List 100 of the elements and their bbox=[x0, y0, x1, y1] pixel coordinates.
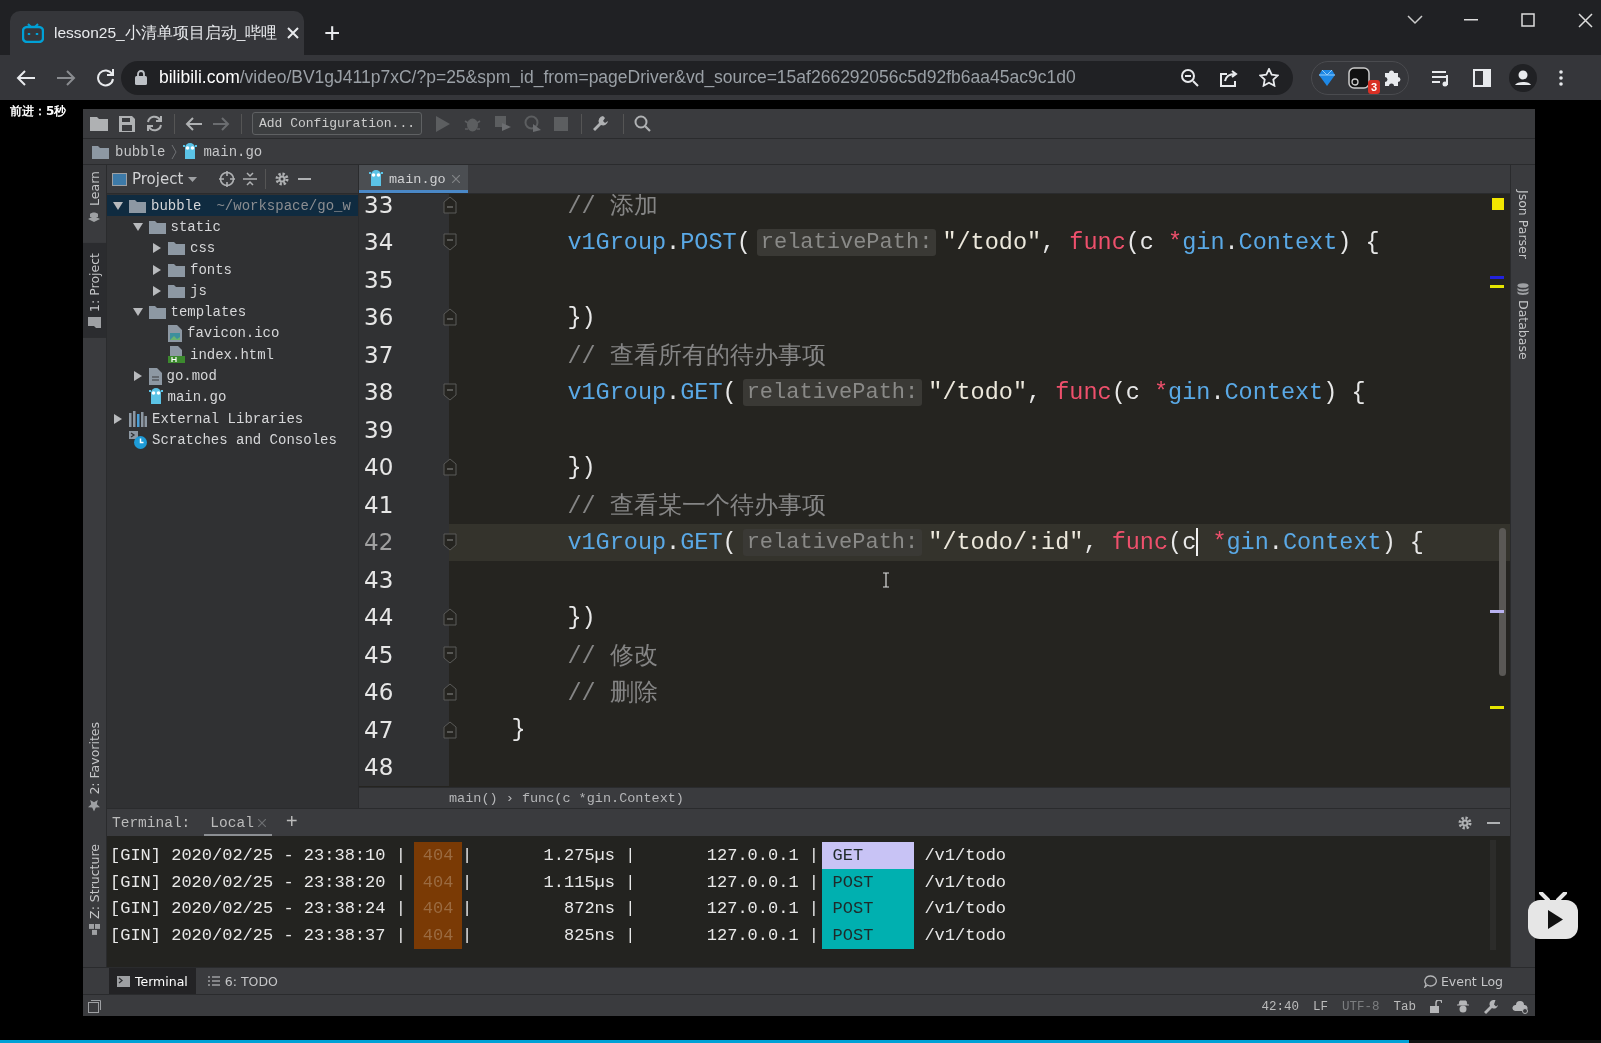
tree-item[interactable]: js bbox=[107, 280, 358, 302]
html-file-icon bbox=[168, 346, 185, 364]
diamond-icon[interactable] bbox=[1318, 68, 1335, 87]
maximize-icon[interactable] bbox=[1521, 13, 1535, 27]
fold-marker-icon[interactable] bbox=[443, 233, 457, 252]
settings-wrench-icon[interactable] bbox=[592, 115, 610, 132]
tree-item[interactable]: templates bbox=[107, 301, 358, 323]
folder-icon[interactable] bbox=[90, 116, 108, 131]
parameter-hint: relativePath: bbox=[756, 228, 937, 256]
fold-marker-icon[interactable] bbox=[443, 533, 457, 552]
side-panel-icon[interactable] bbox=[1473, 68, 1491, 87]
tool-window-tab[interactable]: Z: Structure bbox=[83, 838, 106, 941]
code-identifier: v1Group bbox=[567, 528, 667, 556]
fold-end-marker-icon[interactable] bbox=[443, 458, 457, 477]
minimize-icon[interactable] bbox=[298, 178, 312, 180]
collapsed-arrow-icon[interactable] bbox=[152, 285, 162, 296]
crosshair-icon[interactable] bbox=[219, 171, 236, 187]
terminal-icon bbox=[117, 975, 130, 987]
tree-item[interactable]: go.mod bbox=[107, 365, 358, 387]
new-tab-button[interactable]: + bbox=[324, 18, 341, 48]
share-icon[interactable] bbox=[1219, 68, 1239, 87]
folder-icon bbox=[88, 316, 101, 328]
caret-position[interactable]: 42:40 bbox=[1261, 999, 1299, 1014]
chevron-down-icon[interactable] bbox=[1407, 15, 1423, 25]
collapse-all-icon[interactable] bbox=[243, 172, 258, 186]
media-queue-icon[interactable] bbox=[1431, 68, 1451, 87]
editor-tab[interactable]: main.go bbox=[359, 165, 468, 193]
tree-item[interactable]: fonts bbox=[107, 258, 358, 281]
line-separator[interactable]: LF bbox=[1312, 999, 1328, 1014]
profile-icon[interactable] bbox=[1509, 63, 1537, 92]
session-tab[interactable]: Local bbox=[204, 809, 272, 836]
collapsed-arrow-icon[interactable] bbox=[113, 413, 123, 424]
tool-window-tab[interactable]: Terminal bbox=[109, 968, 196, 994]
tree-item[interactable]: index.html bbox=[107, 344, 358, 366]
fold-marker-icon[interactable] bbox=[443, 645, 457, 664]
code-breadcrumb[interactable]: main() › func(c *gin.Context) bbox=[449, 791, 684, 806]
code-punctuation: . bbox=[666, 228, 681, 256]
star-icon[interactable] bbox=[1259, 68, 1279, 87]
tool-window-tab[interactable]: Json Parser bbox=[1515, 185, 1531, 264]
fold-end-marker-icon[interactable] bbox=[443, 720, 457, 739]
code-comment: // 添加 bbox=[567, 194, 658, 221]
indent-setting[interactable]: Tab bbox=[1393, 999, 1416, 1014]
tree-item[interactable]: External Libraries bbox=[107, 407, 358, 430]
tree-item[interactable]: css bbox=[107, 237, 358, 259]
log-text: [GIN] 2020/02/25 - 23:38:24 | bbox=[110, 898, 406, 921]
fold-end-marker-icon[interactable] bbox=[443, 608, 457, 627]
back-arrow-icon[interactable] bbox=[185, 116, 202, 131]
fold-marker-icon[interactable] bbox=[443, 383, 457, 402]
sync-icon[interactable] bbox=[146, 115, 163, 132]
zoom-out-icon[interactable] bbox=[1180, 68, 1199, 87]
log-text: | 825ns | 127.0.0.1 | bbox=[461, 925, 820, 948]
tool-window-tab[interactable]: 1: Project bbox=[83, 242, 106, 338]
scrollbar-thumb[interactable] bbox=[1499, 528, 1506, 676]
save-icon[interactable] bbox=[119, 115, 135, 132]
expanded-arrow-icon[interactable] bbox=[132, 221, 143, 232]
expanded-arrow-icon[interactable] bbox=[113, 200, 123, 211]
collapsed-arrow-icon[interactable] bbox=[132, 371, 143, 381]
tool-window-tab[interactable]: 2: Favorites bbox=[83, 716, 106, 819]
play-button-icon[interactable] bbox=[1527, 892, 1579, 940]
warning-marker-icon bbox=[1492, 198, 1504, 210]
expanded-arrow-icon[interactable] bbox=[132, 307, 143, 318]
tree-item[interactable]: main.go bbox=[107, 386, 358, 408]
search-icon[interactable] bbox=[634, 115, 652, 132]
breadcrumb-item[interactable]: main.go bbox=[203, 143, 263, 160]
settings-icon[interactable] bbox=[274, 171, 291, 187]
minimize-icon[interactable] bbox=[1464, 19, 1478, 21]
minimize-icon[interactable] bbox=[1487, 821, 1500, 824]
settings-wrench-icon[interactable] bbox=[1484, 999, 1498, 1014]
caret-icon bbox=[188, 176, 198, 182]
line-number: 47 bbox=[364, 716, 394, 743]
fold-end-marker-icon[interactable] bbox=[443, 683, 457, 702]
collapsed-arrow-icon[interactable] bbox=[152, 264, 162, 275]
run-configuration-button[interactable]: Add Configuration... bbox=[252, 112, 423, 135]
tool-window-tab[interactable]: Database bbox=[1515, 277, 1531, 365]
tool-window-tab[interactable]: Learn bbox=[83, 165, 106, 229]
forward-arrow-icon[interactable] bbox=[56, 68, 76, 87]
new-terminal-button[interactable]: + bbox=[285, 811, 298, 834]
settings-icon[interactable] bbox=[1457, 814, 1473, 831]
tool-window-tab[interactable]: 6: TODO bbox=[199, 968, 286, 994]
event-log-button[interactable]: Event Log bbox=[1423, 973, 1503, 989]
puzzle-icon[interactable] bbox=[1382, 68, 1402, 87]
fold-end-marker-icon[interactable] bbox=[443, 195, 457, 214]
fold-end-marker-icon[interactable] bbox=[443, 308, 457, 327]
parameter-hint: relativePath: bbox=[742, 378, 923, 406]
browser-tab[interactable]: lesson25_小清单项目启动_哔哩 bbox=[10, 11, 304, 55]
tree-item[interactable]: static bbox=[107, 216, 358, 238]
http-method: POST bbox=[822, 922, 915, 950]
menu-icon[interactable] bbox=[1559, 69, 1563, 86]
tree-item[interactable]: bubble ~/workspace/go_w bbox=[107, 195, 358, 217]
unlocked-icon[interactable] bbox=[1430, 1000, 1442, 1013]
breadcrumb-item[interactable]: bubble bbox=[115, 143, 166, 160]
address-bar[interactable]: bilibili.com/video/BV1gJ411p7xC/?p=25&spm_id_from=pageDriver&vd_source=15af266292056c5d92fb6aa45ac9c1d0 bbox=[121, 60, 1293, 95]
cloud-gear-icon[interactable] bbox=[1512, 999, 1529, 1014]
collapsed-arrow-icon[interactable] bbox=[152, 243, 162, 254]
error-stripe-mark bbox=[1490, 706, 1504, 709]
reload-icon[interactable] bbox=[96, 68, 115, 87]
tree-item[interactable]: favicon.ico bbox=[107, 322, 358, 345]
tree-item[interactable]: Scratches and Consoles bbox=[107, 429, 358, 451]
panel-toggle-icon[interactable] bbox=[88, 1000, 101, 1013]
code-identifier: gin bbox=[1168, 378, 1211, 406]
